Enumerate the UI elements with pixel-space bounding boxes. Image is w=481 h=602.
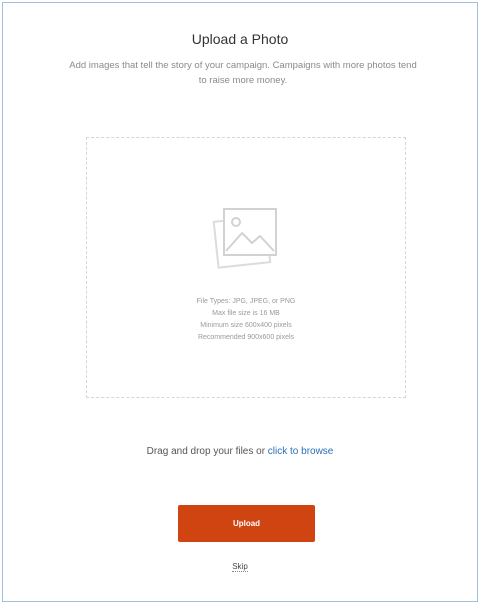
file-dropzone[interactable]: File Types: JPG, JPEG, or PNG Max file s… bbox=[86, 137, 406, 398]
skip-row: Skip bbox=[3, 562, 477, 572]
subtitle-line-2: to raise more money. bbox=[198, 75, 288, 86]
skip-link[interactable]: Skip bbox=[232, 562, 248, 572]
image-icon bbox=[212, 208, 277, 269]
subtitle-line-1: Add images that tell the story of your c… bbox=[69, 60, 417, 71]
upload-photo-panel: Upload a Photo Add images that tell the … bbox=[2, 2, 478, 602]
drag-drop-text: Drag and drop your files or bbox=[146, 446, 268, 457]
recommended-size-text: Recommended 900x600 pixels bbox=[197, 334, 295, 341]
upload-button[interactable]: Upload bbox=[178, 505, 315, 542]
min-size-text: Minimum size 600x400 pixels bbox=[200, 322, 292, 329]
file-requirements: File Types: JPG, JPEG, or PNG Max file s… bbox=[87, 296, 405, 344]
browse-link[interactable]: click to browse bbox=[268, 446, 334, 457]
page-subtitle: Add images that tell the story of your c… bbox=[43, 58, 443, 88]
file-types-text: File Types: JPG, JPEG, or PNG bbox=[196, 298, 296, 305]
max-size-text: Max file size is 16 MB bbox=[212, 310, 280, 317]
page-title: Upload a Photo bbox=[191, 31, 289, 47]
drag-drop-instructions: Drag and drop your files or click to bro… bbox=[3, 446, 477, 457]
